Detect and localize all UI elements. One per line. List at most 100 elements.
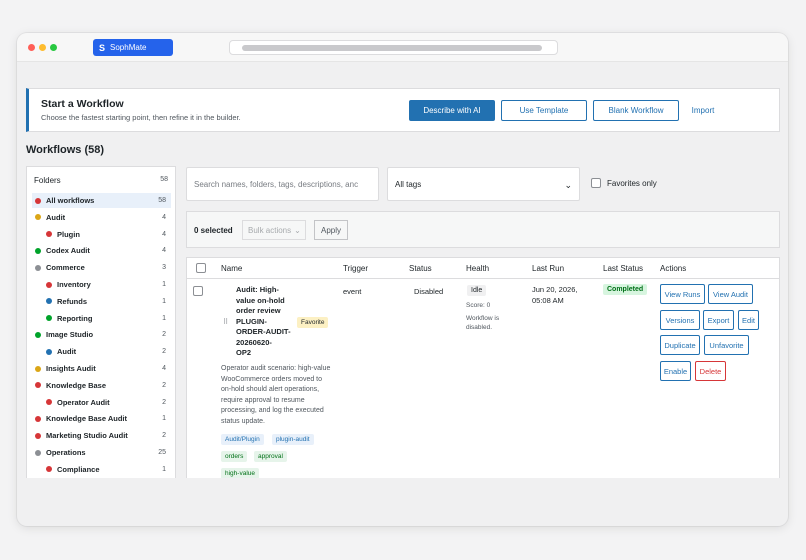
folder-color-dot-icon — [46, 315, 52, 322]
folder-item[interactable]: Plugin 4 — [32, 227, 171, 242]
close-window-button[interactable] — [28, 44, 35, 51]
tag-chip[interactable]: plugin-audit — [272, 434, 314, 445]
use-template-button[interactable]: Use Template — [501, 100, 587, 121]
start-workflow-subtitle: Choose the fastest starting point, then … — [41, 113, 241, 122]
tag-chip[interactable]: approval — [254, 451, 287, 462]
folder-item[interactable]: Codex Audit 4 — [32, 243, 171, 258]
bulk-actions-bar: 0 selected Bulk actions ⌄ Apply — [186, 211, 780, 248]
header-name[interactable]: Name — [221, 264, 242, 273]
folder-item[interactable]: Knowledge Base Audit 1 — [32, 411, 171, 426]
bulk-actions-value: Bulk actions — [248, 225, 292, 235]
folder-item-count: 2 — [162, 381, 166, 389]
folder-item[interactable]: Operations 25 — [32, 445, 171, 460]
folder-item[interactable]: Marketing Studio Audit 2 — [32, 428, 171, 443]
duplicate-button[interactable]: Duplicate — [660, 335, 700, 355]
folder-item-label: Marketing Studio Audit — [46, 431, 128, 441]
row-checkbox[interactable] — [193, 286, 203, 296]
workflow-name-line: order review — [236, 306, 281, 315]
folder-color-dot-icon — [35, 247, 41, 254]
trigger-value: event — [343, 287, 362, 296]
maximize-window-button[interactable] — [50, 44, 57, 51]
sophmate-logo-icon: S — [99, 42, 106, 53]
apply-button[interactable]: Apply — [314, 220, 348, 240]
health-note: Workflow is — [466, 315, 500, 322]
blank-workflow-button[interactable]: Blank Workflow — [593, 100, 679, 121]
header-health[interactable]: Health — [466, 264, 489, 273]
main-content: Start a Workflow Choose the fastest star… — [17, 62, 788, 478]
folder-item-label: Commerce — [46, 263, 85, 273]
folder-color-dot-icon — [46, 466, 52, 473]
favorites-only-label: Favorites only — [607, 179, 657, 188]
folder-item[interactable]: Insights Audit 4 — [32, 361, 171, 376]
enable-button[interactable]: Enable — [660, 361, 691, 381]
folder-item[interactable]: Inventory 1 — [32, 277, 171, 292]
folder-color-dot-icon — [46, 281, 52, 288]
address-bar[interactable] — [229, 40, 558, 55]
folder-item[interactable]: Compliance 1 — [32, 462, 171, 477]
delete-button[interactable]: Delete — [695, 361, 726, 381]
header-last-status[interactable]: Last Status — [603, 264, 643, 273]
workflow-name-link[interactable]: Audit: High- value on-hold order review … — [236, 285, 296, 359]
export-button[interactable]: Export — [703, 310, 734, 330]
select-all-checkbox[interactable] — [196, 263, 206, 273]
folder-color-dot-icon — [46, 231, 52, 238]
last-status-badge: Completed — [603, 284, 648, 295]
folder-item-count: 2 — [162, 398, 166, 406]
folder-item-label: Insights Audit — [46, 364, 96, 373]
folder-item[interactable]: Audit 4 — [32, 210, 171, 225]
folder-color-dot-icon — [46, 399, 52, 406]
view-runs-button[interactable]: View Runs — [660, 284, 705, 304]
bulk-actions-select[interactable]: Bulk actions ⌄ — [242, 220, 306, 240]
workflow-description: Operator audit scenario: high-value WooC… — [221, 365, 331, 425]
table-header: Name Trigger Status Health Last Run Last… — [187, 258, 779, 279]
minimize-window-button[interactable] — [39, 44, 46, 51]
header-status[interactable]: Status — [409, 264, 432, 273]
folder-item-label: Knowledge Base Audit — [46, 414, 127, 424]
workflow-name-line: Audit: High- — [236, 285, 279, 294]
edit-button[interactable]: Edit — [738, 310, 759, 330]
folder-item-label: Codex Audit — [46, 246, 90, 256]
browser-titlebar: S SophMate — [17, 33, 788, 62]
folder-color-dot-icon — [35, 449, 41, 456]
folder-color-dot-icon — [35, 365, 41, 372]
folder-item[interactable]: Refunds 1 — [32, 294, 171, 309]
folder-item[interactable]: Commerce 3 — [32, 260, 171, 275]
import-button[interactable]: Import — [685, 100, 721, 121]
view-audit-button[interactable]: View Audit — [708, 284, 753, 304]
folder-item[interactable]: Reporting 1 — [32, 311, 171, 326]
folder-item[interactable]: All workflows 58 — [32, 193, 171, 208]
folder-item[interactable]: Audit 2 — [32, 344, 171, 359]
versions-button[interactable]: Versions — [660, 310, 700, 330]
folder-item-count: 4 — [162, 213, 166, 221]
folder-color-dot-icon — [35, 197, 41, 204]
favorite-badge: Favorite — [297, 317, 329, 328]
folder-color-dot-icon — [35, 432, 41, 439]
tag-chip[interactable]: Audit/Plugin — [221, 434, 264, 445]
folder-item[interactable]: Knowledge Base 2 — [32, 378, 171, 393]
workflow-name-line: OP2 — [236, 348, 252, 357]
folder-item-count: 2 — [162, 432, 166, 440]
chevron-down-icon: ⌄ — [294, 225, 301, 235]
drag-handle-icon[interactable]: ⠿ — [223, 318, 228, 326]
folder-item-label: Operator Audit — [57, 397, 110, 407]
folder-item-label: All workflows — [46, 196, 95, 205]
folder-item-count: 2 — [162, 348, 166, 356]
folder-item[interactable]: Operator Audit 2 — [32, 395, 171, 410]
folder-item-count: 58 — [158, 197, 166, 204]
describe-with-ai-button[interactable]: Describe with AI — [409, 100, 495, 121]
favorites-only-checkbox[interactable] — [591, 178, 601, 188]
tags-select[interactable]: All tags ⌄ — [387, 167, 580, 201]
folder-color-dot-icon — [35, 331, 41, 338]
folder-item[interactable]: Image Studio 2 — [32, 327, 171, 342]
tag-chip[interactable]: orders — [221, 451, 248, 462]
folder-item-count: 1 — [162, 465, 166, 473]
header-trigger[interactable]: Trigger — [343, 264, 368, 273]
folder-item-count: 1 — [162, 314, 166, 322]
search-input[interactable]: Search names, folders, tags, description… — [186, 167, 379, 201]
folders-heading: Folders — [34, 176, 61, 185]
unfavorite-button[interactable]: Unfavorite — [704, 335, 749, 355]
browser-tab[interactable]: S SophMate — [93, 39, 173, 56]
tag-chip[interactable]: high-value — [221, 468, 259, 478]
header-last-run[interactable]: Last Run — [532, 264, 564, 273]
folder-item-count: 1 — [162, 297, 166, 305]
